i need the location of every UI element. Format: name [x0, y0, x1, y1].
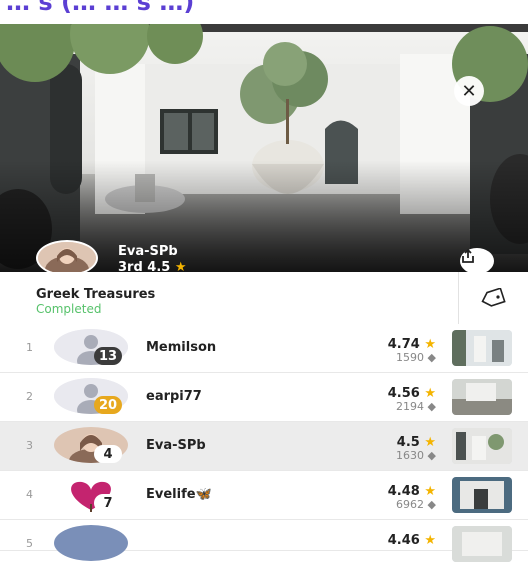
star-icon: ★: [424, 435, 436, 450]
courtyard-photo: [0, 24, 528, 272]
tag-small-icon: ◆: [427, 400, 436, 413]
row-rank: 5: [26, 537, 33, 550]
leaderboard-row[interactable]: 4 7 Evelife🦋 4.48 ★ 6962 ◆: [0, 471, 528, 520]
avatar: [54, 525, 128, 561]
row-count: 1590 ◆: [396, 351, 436, 364]
row-score-value: 4.56: [387, 386, 420, 401]
row-count: 6962 ◆: [396, 498, 436, 511]
top-caption: … s (… … s …): [6, 0, 195, 16]
top-caption-bar: … s (… … s …): [0, 0, 528, 24]
row-thumbnail[interactable]: [452, 330, 512, 366]
hero-rank-score: 3rd 4.5 ★: [118, 260, 187, 272]
row-count-value: 6962: [396, 498, 425, 511]
row-rank: 2: [26, 390, 33, 403]
star-icon: ★: [424, 337, 436, 352]
row-username: earpi77: [146, 389, 202, 404]
leaderboard-row[interactable]: 2 20 earpi77 4.56 ★ 2194 ◆: [0, 373, 528, 422]
divider: [458, 272, 459, 324]
quest-info-bar: Greek Treasures Completed: [0, 272, 528, 325]
row-count-value: 1590: [396, 351, 425, 364]
quest-title: Greek Treasures: [36, 287, 156, 302]
leaderboard-row[interactable]: 1 13 Memilson 4.74 ★ 1590 ◆: [0, 324, 528, 373]
quest-status: Completed: [36, 302, 102, 316]
tag-small-icon: ◆: [427, 498, 436, 511]
star-icon: ★: [174, 260, 187, 272]
share-button[interactable]: [460, 248, 494, 272]
level-badge: 7: [94, 494, 122, 512]
hero-rank-text: 3rd 4.5: [118, 260, 171, 272]
row-username: Eva-SPb: [146, 438, 206, 453]
row-thumbnail[interactable]: [452, 428, 512, 464]
share-icon: [462, 248, 474, 263]
hero-user-avatar[interactable]: [36, 240, 98, 272]
row-rank: 4: [26, 488, 33, 501]
row-username: Evelife🦋: [146, 487, 212, 502]
close-button[interactable]: ✕: [454, 76, 484, 106]
star-icon: ★: [424, 484, 436, 499]
hero-photo[interactable]: ✕ Eva-SPb 3rd 4.5 ★: [0, 24, 528, 272]
close-icon: ✕: [461, 80, 477, 102]
row-score: 4.48 ★: [388, 484, 436, 499]
tag-small-icon: ◆: [427, 449, 436, 462]
row-rank: 1: [26, 341, 33, 354]
leaderboard-row[interactable]: 5 4.46 ★: [0, 520, 528, 562]
row-thumbnail[interactable]: [452, 379, 512, 415]
star-icon: ★: [424, 533, 436, 548]
row-count: 1630 ◆: [396, 449, 436, 462]
row-count: 2194 ◆: [396, 400, 436, 413]
row-score: 4.5 ★: [397, 435, 436, 450]
row-score: 4.46 ★: [388, 533, 436, 548]
row-count-value: 2194: [396, 400, 425, 413]
row-score: 4.56 ★: [388, 386, 436, 401]
row-thumbnail[interactable]: [452, 526, 512, 562]
row-username: Memilson: [146, 340, 217, 355]
row-thumbnail[interactable]: [452, 477, 512, 513]
level-badge: 20: [94, 396, 122, 414]
row-score-value: 4.48: [387, 484, 420, 499]
hero-username[interactable]: Eva-SPb: [118, 244, 178, 259]
tag-icon[interactable]: [480, 288, 506, 308]
row-rank: 3: [26, 439, 33, 452]
level-badge: 4: [94, 445, 122, 463]
leaderboard-row-current-user[interactable]: 3 4 Eva-SPb 4.5 ★ 1630 ◆: [0, 422, 528, 471]
row-score-value: 4.46: [387, 533, 420, 548]
tag-small-icon: ◆: [427, 351, 436, 364]
star-icon: ★: [424, 386, 436, 401]
row-score-value: 4.74: [387, 337, 420, 352]
level-badge: 13: [94, 347, 122, 365]
leaderboard-list: 1 13 Memilson 4.74 ★ 1590 ◆ 2 20 earpi77…: [0, 324, 528, 562]
row-score: 4.74 ★: [388, 337, 436, 352]
row-count-value: 1630: [396, 449, 425, 462]
row-score-value: 4.5: [396, 435, 420, 450]
